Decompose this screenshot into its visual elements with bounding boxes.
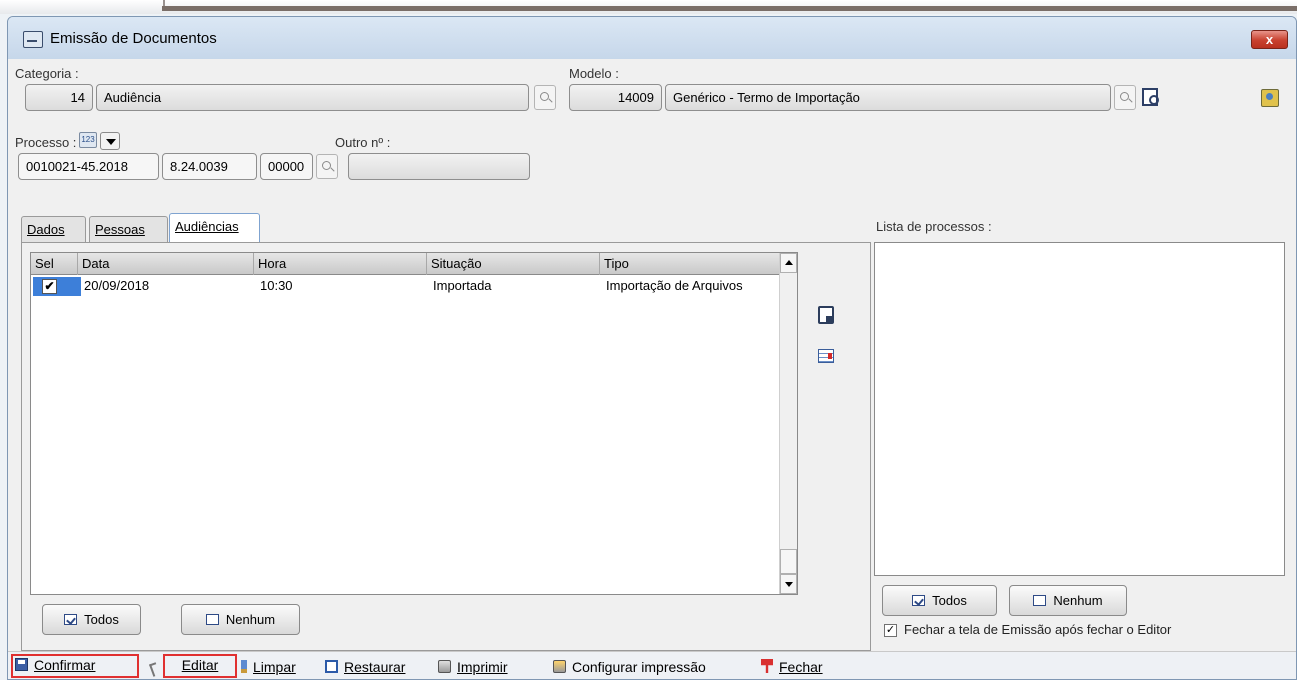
- processo-search-icon[interactable]: [316, 154, 338, 179]
- categoria-label: Categoria :: [15, 66, 79, 81]
- select-none-button[interactable]: Nenhum: [181, 604, 300, 635]
- scroll-thumb[interactable]: [780, 549, 797, 574]
- save-icon: [15, 658, 28, 671]
- bottom-toolbar: Confirmar Editar Limpar Restaurar Imprim…: [8, 651, 1296, 679]
- limpar-label: Limpar: [253, 659, 296, 675]
- people-lookup-icon[interactable]: [1261, 89, 1279, 107]
- tab-pessoas[interactable]: Pessoas: [89, 216, 168, 243]
- emissao-window: Emissão de Documentos x Categoria : 14 A…: [7, 16, 1297, 680]
- restore-icon: [325, 660, 338, 673]
- table-row[interactable]: ✔ 20/09/2018 10:30 Importada Importação …: [31, 276, 781, 297]
- column-header-data[interactable]: Data: [78, 253, 254, 275]
- lista-processos-label: Lista de processos :: [876, 219, 992, 234]
- tab-audiencias[interactable]: Audiências: [169, 213, 260, 243]
- processo-origin-field[interactable]: 00000: [260, 153, 313, 180]
- lista-select-all-icon: [912, 595, 926, 606]
- dialog-content: Categoria : 14 Audiência Modelo : 14009 …: [8, 59, 1296, 679]
- configurar-impressao-button[interactable]: Configurar impressão: [553, 656, 706, 678]
- row-situacao: Importada: [433, 278, 492, 293]
- row-tipo: Importação de Arquivos: [606, 278, 743, 293]
- configurar-label: Configurar impressão: [572, 659, 706, 675]
- categoria-name-field[interactable]: Audiência: [96, 84, 529, 111]
- tab-pessoas-label: Pessoas: [95, 222, 145, 237]
- row-data: 20/09/2018: [84, 278, 150, 293]
- clear-icon: [241, 660, 247, 673]
- outro-numero-field[interactable]: [348, 153, 530, 180]
- select-all-icon: [64, 614, 78, 625]
- calendar-grid-icon[interactable]: [818, 349, 834, 363]
- categoria-code-field[interactable]: 14: [25, 84, 93, 111]
- imprimir-label: Imprimir: [457, 659, 508, 675]
- column-header-sel[interactable]: Sel: [31, 253, 78, 275]
- print-settings-icon: [553, 660, 566, 673]
- document-preview-icon[interactable]: [1142, 88, 1159, 106]
- lista-select-none-icon: [1033, 595, 1047, 606]
- grid-vertical-scrollbar[interactable]: [779, 253, 797, 594]
- row-selection-cell[interactable]: ✔: [33, 277, 81, 296]
- row-hora: 10:30: [260, 278, 293, 293]
- tab-dados-label: Dados: [27, 222, 65, 237]
- processo-segment-field[interactable]: 8.24.0039: [162, 153, 257, 180]
- lista-select-none-button[interactable]: Nenhum: [1009, 585, 1127, 616]
- confirmar-button[interactable]: Confirmar: [11, 654, 139, 678]
- generate-document-icon[interactable]: [818, 306, 834, 324]
- confirmar-label: Confirmar: [34, 657, 96, 673]
- select-all-button[interactable]: Todos: [42, 604, 141, 635]
- lista-select-none-label: Nenhum: [1053, 593, 1103, 608]
- select-all-label: Todos: [84, 612, 119, 627]
- select-none-label: Nenhum: [225, 612, 276, 627]
- categoria-search-icon[interactable]: [534, 85, 556, 110]
- processo-type-icon[interactable]: 123: [79, 132, 97, 148]
- limpar-button[interactable]: Limpar: [241, 656, 296, 678]
- column-header-situacao[interactable]: Situação: [427, 253, 600, 275]
- row-select-checkbox[interactable]: ✔: [42, 279, 57, 294]
- fechar-tela-checkbox[interactable]: ✓: [884, 624, 897, 637]
- processo-label: Processo :: [15, 135, 77, 150]
- background-window-edge: [162, 6, 1297, 11]
- select-none-icon: [205, 614, 219, 625]
- processo-dropdown-icon[interactable]: [100, 132, 120, 150]
- fechar-label: Fechar: [779, 659, 823, 675]
- fechar-button[interactable]: Fechar: [761, 656, 823, 678]
- outro-numero-label: Outro nº :: [335, 135, 391, 150]
- restaurar-button[interactable]: Restaurar: [325, 656, 405, 678]
- modelo-label: Modelo :: [569, 66, 619, 81]
- audiencias-panel: Sel Data Hora Situação Tipo ✔ 20/09/2018…: [21, 242, 871, 651]
- grid-header: Sel Data Hora Situação Tipo: [31, 253, 781, 275]
- window-title: Emissão de Documentos: [50, 30, 217, 47]
- column-header-tipo[interactable]: Tipo: [600, 253, 781, 275]
- printer-icon: [438, 660, 451, 673]
- modelo-name-field[interactable]: Genérico - Termo de Importação: [665, 84, 1111, 111]
- audiencias-grid: Sel Data Hora Situação Tipo ✔ 20/09/2018…: [30, 252, 798, 595]
- imprimir-button[interactable]: Imprimir: [438, 656, 508, 678]
- lista-processos-listbox[interactable]: [874, 242, 1285, 576]
- restaurar-label: Restaurar: [344, 659, 406, 675]
- title-bar[interactable]: Emissão de Documentos x: [8, 17, 1296, 59]
- modelo-code-field[interactable]: 14009: [569, 84, 662, 111]
- cursor-icon: [148, 662, 161, 677]
- editar-button[interactable]: Editar: [163, 654, 237, 678]
- background-tick: [163, 0, 165, 6]
- processo-number-field[interactable]: 0010021-45.2018: [18, 153, 159, 180]
- modelo-search-icon[interactable]: [1114, 85, 1136, 110]
- column-header-hora[interactable]: Hora: [254, 253, 427, 275]
- editar-label: Editar: [181, 657, 219, 673]
- tab-dados[interactable]: Dados: [21, 216, 86, 243]
- close-window-button[interactable]: x: [1251, 30, 1288, 49]
- scroll-up-arrow[interactable]: [780, 253, 797, 273]
- tab-audiencias-label: Audiências: [175, 219, 239, 234]
- desktop-top-strip: [0, 0, 1297, 14]
- lista-select-all-label: Todos: [932, 593, 967, 608]
- scroll-down-arrow[interactable]: [780, 574, 797, 594]
- window-app-icon: [23, 31, 43, 48]
- exit-sign-icon: [761, 659, 773, 673]
- lista-select-all-button[interactable]: Todos: [882, 585, 997, 616]
- fechar-tela-label[interactable]: Fechar a tela de Emissão após fechar o E…: [904, 622, 1171, 637]
